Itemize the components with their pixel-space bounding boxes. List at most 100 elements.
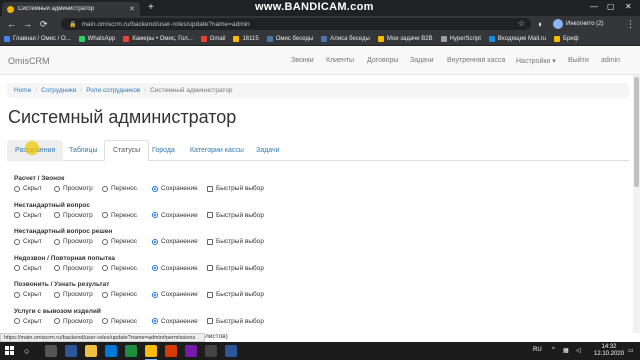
forward-icon[interactable]: →: [23, 18, 32, 30]
checkbox[interactable]: [207, 212, 213, 218]
bookmark-item[interactable]: Gmail: [200, 35, 225, 42]
browser-tab[interactable]: Системный администратор ✕: [2, 2, 140, 16]
option-view[interactable]: Просмотр: [54, 265, 93, 272]
taskbar-app-icon[interactable]: [65, 345, 77, 357]
radio-button[interactable]: [152, 265, 158, 271]
option-hidden[interactable]: Скрыт: [14, 185, 42, 192]
option-save[interactable]: Сохранение: [152, 238, 198, 245]
bookmark-star-icon[interactable]: ☆: [518, 19, 525, 28]
language-indicator[interactable]: RU: [533, 347, 542, 353]
bookmark-item[interactable]: Омис беседы: [266, 35, 313, 42]
tray-up-icon[interactable]: ^: [552, 347, 555, 353]
tab-tables[interactable]: Таблицы: [61, 140, 106, 161]
radio-button[interactable]: [54, 212, 60, 218]
tab-tasks[interactable]: Задачи: [248, 140, 288, 161]
radio-button[interactable]: [14, 185, 20, 192]
option-transfer[interactable]: Перенос: [102, 265, 137, 272]
option-quick[interactable]: Быстрый выбор: [207, 291, 264, 298]
radio-button[interactable]: [152, 238, 158, 245]
radio-button[interactable]: [54, 291, 60, 298]
option-save[interactable]: Сохранение: [152, 318, 198, 325]
page-scrollbar[interactable]: [633, 75, 640, 333]
radio-button[interactable]: [152, 185, 158, 192]
file-explorer-icon[interactable]: [85, 345, 97, 357]
breadcrumb-home[interactable]: Home: [14, 87, 31, 94]
chrome-icon[interactable]: [145, 345, 157, 360]
nav-calls[interactable]: Звонки: [291, 57, 314, 64]
checkbox[interactable]: [207, 265, 213, 271]
volume-icon[interactable]: ◁: [576, 347, 581, 354]
maximize-icon[interactable]: ▢: [607, 2, 615, 11]
radio-button[interactable]: [152, 212, 158, 218]
option-quick[interactable]: Быстрый выбор: [207, 318, 264, 325]
back-icon[interactable]: ←: [7, 18, 16, 30]
option-hidden[interactable]: Скрыт: [14, 291, 42, 298]
notifications-icon[interactable]: ▭: [628, 347, 634, 354]
radio-button[interactable]: [14, 212, 20, 218]
option-quick[interactable]: Быстрый выбор: [207, 238, 264, 245]
nav-clients[interactable]: Клиенты: [326, 57, 354, 64]
option-transfer[interactable]: Перенос: [102, 238, 137, 245]
checkbox[interactable]: [207, 238, 213, 245]
option-quick[interactable]: Быстрый выбор: [207, 265, 264, 272]
bandicam-icon[interactable]: [165, 345, 177, 357]
option-transfer[interactable]: Перенос: [102, 212, 137, 219]
search-icon[interactable]: ○: [24, 346, 29, 356]
address-bar[interactable]: 🔒 main.omiscrm.ru/backend/user-roles/upd…: [61, 18, 531, 30]
excel-icon[interactable]: [125, 345, 137, 357]
radio-button[interactable]: [102, 185, 108, 192]
option-hidden[interactable]: Скрыт: [14, 212, 42, 219]
radio-button[interactable]: [14, 265, 20, 271]
option-view[interactable]: Просмотр: [54, 185, 93, 192]
radio-button[interactable]: [102, 291, 108, 298]
radio-button[interactable]: [14, 318, 20, 324]
radio-button[interactable]: [152, 318, 158, 324]
breadcrumb-staff[interactable]: Сотрудники: [41, 87, 76, 94]
option-hidden[interactable]: Скрыт: [14, 318, 42, 325]
option-quick[interactable]: Быстрый выбор: [207, 212, 264, 219]
radio-button[interactable]: [102, 212, 108, 218]
taskbar-app-icon[interactable]: [185, 345, 197, 357]
tab-statuses[interactable]: Статусы: [104, 140, 150, 161]
radio-button[interactable]: [152, 291, 158, 298]
clock[interactable]: 14:32 12.10.2020: [594, 344, 624, 358]
bookmark-item[interactable]: Входящие Mail.ru: [488, 35, 546, 42]
nav-logout[interactable]: Выйти: [568, 57, 589, 64]
word-icon[interactable]: [225, 345, 237, 357]
option-view[interactable]: Просмотр: [54, 318, 93, 325]
reload-icon[interactable]: ⟳: [40, 18, 48, 30]
menu-icon[interactable]: ⋮: [626, 18, 635, 30]
radio-button[interactable]: [54, 265, 60, 271]
radio-button[interactable]: [102, 238, 108, 245]
task-view-icon[interactable]: [45, 345, 57, 357]
nav-settings[interactable]: Настройки ▾: [516, 57, 556, 65]
radio-button[interactable]: [102, 318, 108, 324]
option-hidden[interactable]: Скрыт: [14, 238, 42, 245]
option-transfer[interactable]: Перенос: [102, 185, 137, 192]
windows-start-icon[interactable]: [5, 346, 15, 356]
option-save[interactable]: Сохранение: [152, 185, 198, 192]
tab-cities[interactable]: Города: [144, 140, 183, 161]
bookmark-item[interactable]: Камеры • Омис, Гол...: [123, 35, 193, 42]
option-save[interactable]: Сохранение: [152, 265, 198, 272]
profile-button[interactable]: Инкогнито (2): [553, 18, 604, 30]
option-save[interactable]: Сохранение: [152, 212, 198, 219]
option-hidden[interactable]: Скрыт: [14, 265, 42, 272]
tab-cash-categories[interactable]: Категории кассы: [182, 140, 252, 161]
radio-button[interactable]: [54, 185, 60, 192]
bookmark-item[interactable]: HyperScript: [440, 35, 481, 42]
checkbox[interactable]: [207, 185, 213, 192]
option-quick[interactable]: Быстрый выбор: [207, 185, 264, 192]
radio-button[interactable]: [14, 238, 20, 245]
bookmark-item[interactable]: WhatsApp: [78, 35, 115, 42]
taskbar-app-icon[interactable]: [205, 345, 217, 357]
minimize-icon[interactable]: —: [590, 2, 598, 11]
option-save[interactable]: Сохранение: [152, 291, 198, 298]
nav-internal-cash[interactable]: Внутренняя касса: [447, 57, 505, 64]
nav-tasks[interactable]: Задачи: [410, 57, 434, 64]
option-transfer[interactable]: Перенос: [102, 291, 137, 298]
breadcrumb-roles[interactable]: Роли сотрудников: [86, 87, 140, 94]
option-view[interactable]: Просмотр: [54, 291, 93, 298]
radio-button[interactable]: [14, 291, 20, 298]
scrollbar-thumb[interactable]: [634, 77, 639, 187]
